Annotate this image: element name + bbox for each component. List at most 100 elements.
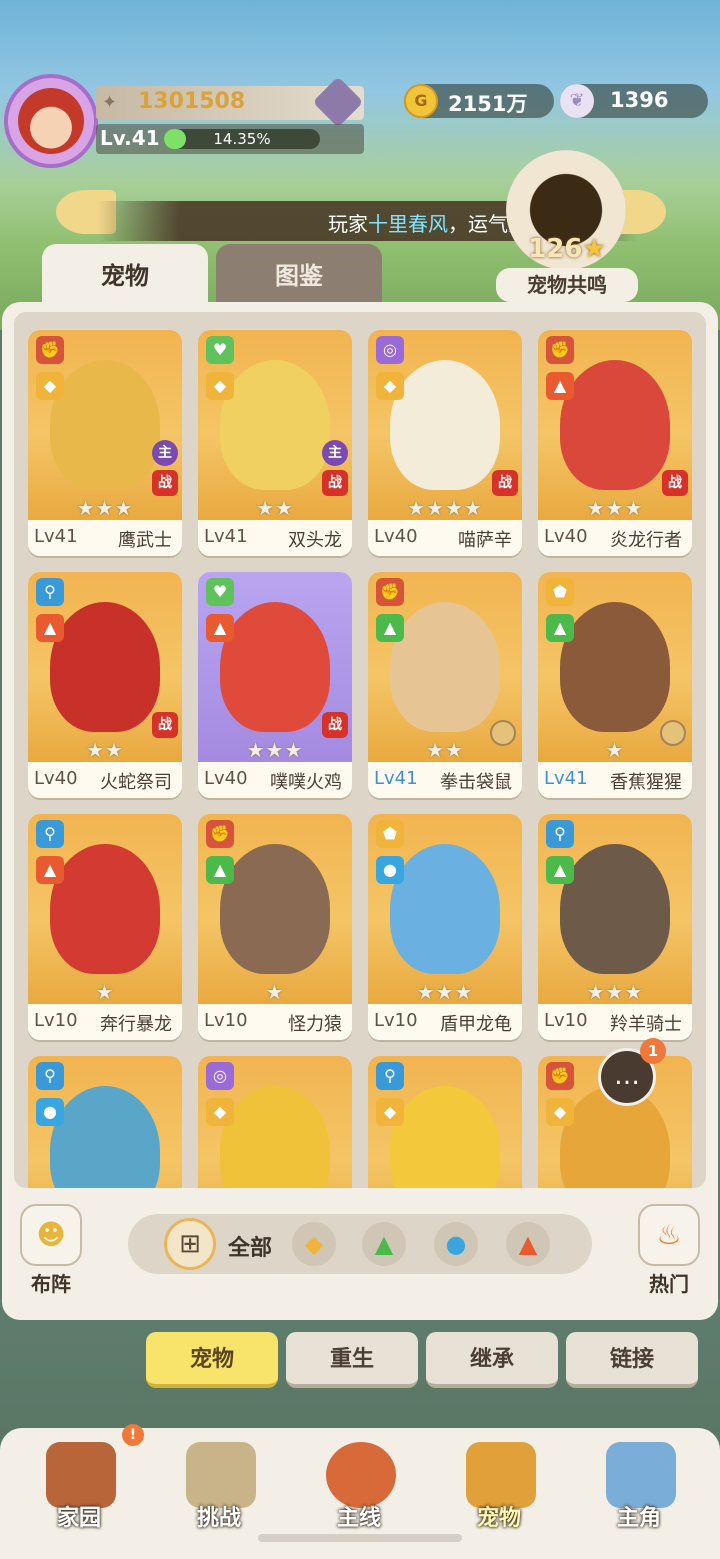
star-rating: ★★★ xyxy=(76,496,134,520)
battle-badge: 战 xyxy=(152,712,178,738)
team-icon: ☻ xyxy=(36,1218,66,1251)
pet-card[interactable]: ⚲ ▲ ★ Lv10 奔行暴龙 xyxy=(28,814,182,1040)
fire-icon: ▲ xyxy=(36,614,64,642)
pet-card[interactable]: ♥ ▲ 战 ★★★ Lv40 噗噗火鸡 xyxy=(198,572,352,798)
earth-icon: ◆ xyxy=(376,1098,404,1126)
filter-earth-button[interactable]: ◆ xyxy=(292,1222,336,1266)
player-level: Lv.41 xyxy=(100,126,160,150)
subtab-link[interactable]: 链接 xyxy=(566,1332,698,1388)
nav-pets-label: 宠物 xyxy=(476,1506,521,1531)
shell-counter[interactable]: ❦ 1396 xyxy=(560,84,708,118)
pet-name: 火蛇祭司 xyxy=(100,772,172,793)
pet-name: 盾甲龙龟 xyxy=(440,1014,512,1035)
pet-portrait xyxy=(220,602,330,732)
nav-home-badge: ! xyxy=(122,1424,144,1446)
pet-portrait xyxy=(50,844,160,974)
pet-name: 双头龙 xyxy=(288,530,342,551)
pet-card[interactable]: ⚲ ● xyxy=(28,1056,182,1188)
star-rating: ★ xyxy=(95,980,115,1004)
shield-icon: ⬟ xyxy=(376,820,404,848)
nav-hero-label: 主角 xyxy=(616,1506,661,1531)
pet-grid: ✊ ◆ 主 战 ★★★ Lv41 鹰武士 ♥ ◆ 主 战 ★★ Lv41 双头龙 ◎… xyxy=(14,312,706,1188)
ticker-player: 十里春风 xyxy=(368,212,448,236)
pet-card[interactable]: ✊ ▲ 战 ★★★ Lv40 炎龙行者 xyxy=(538,330,692,556)
subtab-rebirth[interactable]: 重生 xyxy=(286,1332,418,1388)
pet-level: Lv10 xyxy=(34,1010,78,1031)
pet-level: Lv40 xyxy=(34,768,78,789)
star-rating: ★★★ xyxy=(586,496,644,520)
pet-resonance[interactable]: 126★ 宠物共鸣 xyxy=(496,150,638,302)
shield-icon: ⬟ xyxy=(546,578,574,606)
pet-name: 羚羊骑士 xyxy=(610,1014,682,1035)
filter-all-button[interactable]: ⊞ xyxy=(164,1218,216,1270)
pet-name: 鹰武士 xyxy=(118,530,172,551)
nav-challenge[interactable]: 挑战 xyxy=(154,1428,284,1548)
grass-icon: ▲ xyxy=(206,856,234,884)
nav-pets[interactable]: 宠物 xyxy=(434,1428,564,1548)
nav-home[interactable]: ! 家园 xyxy=(14,1424,144,1548)
power-icon: ✦ xyxy=(102,92,118,113)
pet-card[interactable]: ◎ ◆ xyxy=(198,1056,352,1188)
earth-icon: ◆ xyxy=(376,372,404,400)
pet-card[interactable]: ⚲ ▲ ★★★ Lv10 羚羊骑士 xyxy=(538,814,692,1040)
exp-percent: 14.35% xyxy=(213,130,271,148)
pet-card[interactable]: ♥ ◆ 主 战 ★★ Lv41 双头龙 xyxy=(198,330,352,556)
pet-card[interactable]: ✊ ▲ ★ Lv10 怪力猿 xyxy=(198,814,352,1040)
filter-grass-button[interactable]: ▲ xyxy=(362,1222,406,1266)
water-drop-icon: ● xyxy=(445,1230,467,1258)
home-indicator[interactable] xyxy=(258,1534,462,1542)
earth-icon: ◆ xyxy=(206,372,234,400)
filter-water-button[interactable]: ● xyxy=(434,1222,478,1266)
spiral-icon: ◎ xyxy=(376,336,404,364)
player-avatar[interactable] xyxy=(4,74,98,168)
pet-card[interactable]: ⬟ ● ★★★ Lv10 盾甲龙龟 xyxy=(368,814,522,1040)
tab-codex[interactable]: 图鉴 xyxy=(216,244,382,308)
subtab-pets[interactable]: 宠物 xyxy=(146,1332,278,1388)
fire-icon: ▲ xyxy=(518,1230,538,1258)
pet-card[interactable]: ✊ ▲ ★★ Lv41 拳击袋鼠 xyxy=(368,572,522,798)
resonance-value: 126 xyxy=(528,234,583,264)
grass-icon: ▲ xyxy=(546,614,574,642)
star-rating: ★ xyxy=(265,980,285,1004)
pet-portrait xyxy=(50,602,160,732)
main-quest-icon xyxy=(326,1442,396,1508)
pet-level: Lv40 xyxy=(544,526,588,547)
nav-challenge-label: 挑战 xyxy=(196,1506,241,1531)
lineup-label: 布阵 xyxy=(31,1272,71,1296)
main-badge: 主 xyxy=(152,440,178,466)
heart-icon: ♥ xyxy=(206,578,234,606)
pet-portrait xyxy=(390,844,500,974)
battle-badge: 战 xyxy=(492,470,518,496)
resonance-star-icon: ★ xyxy=(582,234,606,264)
pet-card[interactable]: ⬟ ▲ ★ Lv41 香蕉猩猩 xyxy=(538,572,692,798)
wrench-icon: ⚲ xyxy=(36,1062,64,1090)
pet-name: 喵萨辛 xyxy=(458,530,512,551)
water-icon: ● xyxy=(36,1098,64,1126)
filter-fire-button[interactable]: ▲ xyxy=(506,1222,550,1266)
challenge-icon xyxy=(186,1442,256,1508)
pet-portrait xyxy=(560,360,670,490)
pet-card[interactable]: ✊ ◆ 主 战 ★★★ Lv41 鹰武士 xyxy=(28,330,182,556)
wrench-icon: ⚲ xyxy=(36,578,64,606)
pet-level: Lv10 xyxy=(374,1010,418,1031)
tab-pets[interactable]: 宠物 xyxy=(42,244,208,308)
nav-home-label: 家园 xyxy=(56,1506,101,1531)
battle-badge: 战 xyxy=(322,712,348,738)
pet-portrait xyxy=(50,360,160,490)
star-rating: ★★ xyxy=(426,738,464,762)
gold-counter[interactable]: G 2151万 xyxy=(404,84,554,118)
lineup-button[interactable]: ☻ xyxy=(20,1204,82,1266)
pet-portrait xyxy=(220,844,330,974)
hot-button[interactable]: ♨ xyxy=(638,1204,700,1266)
pet-card[interactable]: ◎ ◆ 战 ★★★★ Lv40 喵萨辛 xyxy=(368,330,522,556)
nav-main-quest[interactable]: 主线 xyxy=(294,1428,424,1548)
nav-hero[interactable]: 主角 xyxy=(574,1428,704,1548)
pet-portrait xyxy=(390,360,500,490)
ticker-prefix: 玩家 xyxy=(328,212,368,236)
shell-icon: ❦ xyxy=(560,84,594,118)
pet-portrait xyxy=(390,1086,500,1188)
pet-card[interactable]: ⚲ ◆ xyxy=(368,1056,522,1188)
subtab-inherit[interactable]: 继承 xyxy=(426,1332,558,1388)
pet-card[interactable]: ⚲ ▲ 战 ★★ Lv40 火蛇祭司 xyxy=(28,572,182,798)
pet-level: Lv41 xyxy=(544,768,588,789)
